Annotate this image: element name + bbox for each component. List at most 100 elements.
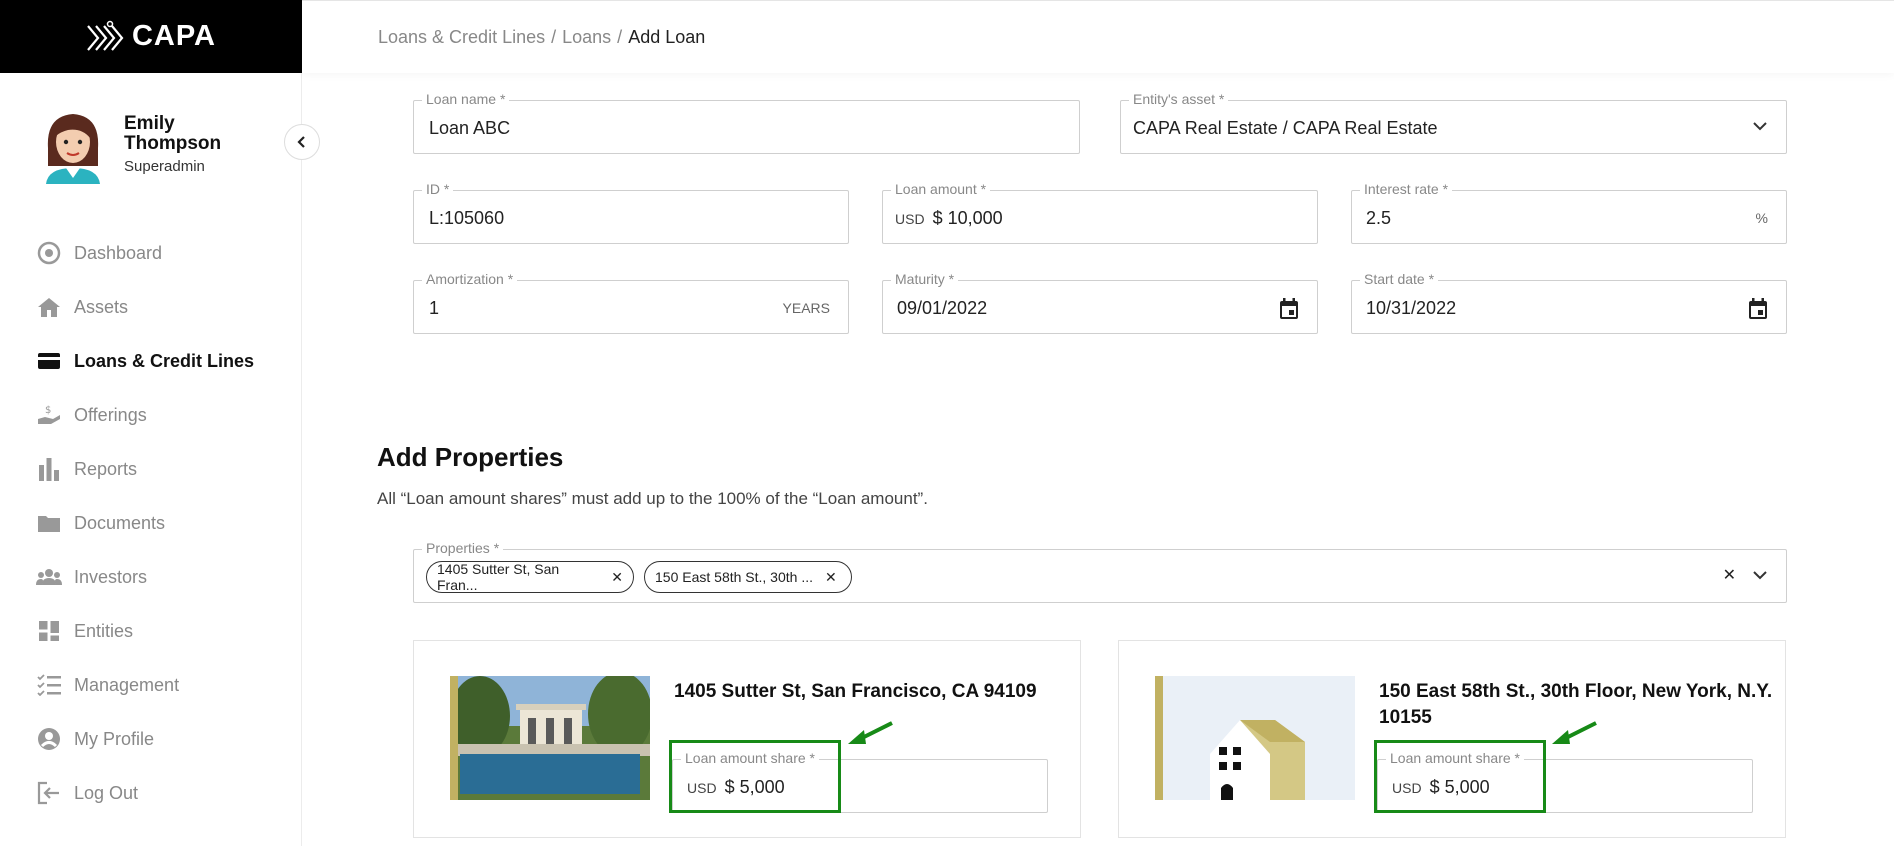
sidebar-item-label: Entities bbox=[74, 620, 134, 641]
property-chip[interactable]: 150 East 58th St., 30th ... ✕ bbox=[644, 561, 852, 593]
start-date-input[interactable]: 10/31/2022 bbox=[1366, 298, 1456, 319]
start-date-label: Start date * bbox=[1360, 271, 1439, 287]
chevron-down-icon[interactable] bbox=[1752, 567, 1768, 588]
amortization-label: Amortization * bbox=[422, 271, 518, 287]
sidebar-item-label: Offerings bbox=[74, 404, 147, 425]
maturity-field[interactable]: Maturity * 09/01/2022 bbox=[882, 271, 1318, 334]
sidebar-item-label: Assets bbox=[74, 296, 129, 317]
offerings-icon: $ bbox=[36, 402, 62, 428]
collapse-sidebar-button[interactable] bbox=[284, 124, 320, 160]
sidebar-item-label: Reports bbox=[74, 458, 138, 479]
capa-logo-icon bbox=[87, 20, 124, 51]
user-circle-icon bbox=[36, 726, 62, 752]
sidebar-item-offerings[interactable]: $ Offerings bbox=[36, 388, 254, 442]
sidebar-item-reports[interactable]: Reports bbox=[36, 442, 254, 496]
id-input[interactable]: L:105060 bbox=[429, 208, 504, 229]
avatar bbox=[46, 114, 100, 184]
svg-text:$: $ bbox=[45, 405, 51, 416]
loan-amount-input[interactable]: USD $ 10,000 bbox=[895, 208, 1003, 229]
properties-multiselect[interactable]: Properties * 1405 Sutter St, San Fran...… bbox=[413, 540, 1787, 603]
sidebar-item-documents[interactable]: Documents bbox=[36, 496, 254, 550]
start-date-field[interactable]: Start date * 10/31/2022 bbox=[1351, 271, 1787, 334]
sidebar-item-management[interactable]: Management bbox=[36, 658, 254, 712]
breadcrumb: Loans & Credit Lines / Loans / Add Loan bbox=[378, 27, 705, 48]
checklist-icon bbox=[36, 672, 62, 698]
property-chip-label: 1405 Sutter St, San Fran... bbox=[437, 561, 560, 593]
calendar-icon[interactable] bbox=[1279, 298, 1299, 325]
breadcrumb-separator: / bbox=[617, 27, 623, 47]
sidebar-item-label: My Profile bbox=[74, 728, 155, 749]
property-address: 1405 Sutter St, San Francisco, CA 94109 bbox=[674, 681, 1037, 702]
users-icon bbox=[36, 564, 62, 590]
years-suffix: YEARS bbox=[782, 300, 830, 316]
sidebar-item-label: Management bbox=[74, 674, 180, 695]
breadcrumb-item-loans-credit-lines[interactable]: Loans & Credit Lines bbox=[378, 27, 545, 47]
property-image bbox=[450, 676, 650, 800]
breadcrumb-item-loans[interactable]: Loans bbox=[562, 27, 611, 47]
annotation-highlight-box bbox=[1374, 740, 1546, 813]
loan-amount-field[interactable]: Loan amount * USD $ 10,000 bbox=[882, 181, 1318, 244]
maturity-input[interactable]: 09/01/2022 bbox=[897, 298, 987, 319]
sidebar-item-entities[interactable]: Entities bbox=[36, 604, 254, 658]
add-properties-heading: Add Properties bbox=[377, 442, 564, 472]
sidebar-item-dashboard[interactable]: Dashboard bbox=[36, 226, 254, 280]
user-name: Emily Thompson bbox=[124, 113, 222, 154]
property-placeholder-image bbox=[1155, 676, 1355, 800]
interest-rate-field[interactable]: Interest rate * 2.5 % bbox=[1351, 181, 1787, 244]
logo-text: CAPA bbox=[131, 20, 217, 52]
loan-name-label: Loan name * bbox=[422, 91, 510, 107]
user-role: Superadmin bbox=[124, 158, 205, 175]
breadcrumb-separator: / bbox=[551, 27, 557, 47]
sidebar-nav: Dashboard Assets Loans & Credit Lines $ … bbox=[36, 226, 254, 820]
maturity-label: Maturity * bbox=[891, 271, 959, 287]
loan-name-field[interactable]: Loan name * Loan ABC bbox=[413, 91, 1080, 154]
user-profile[interactable]: Emily Thompson Superadmin bbox=[40, 108, 264, 184]
sidebar-item-investors[interactable]: Investors bbox=[36, 550, 254, 604]
currency-prefix: USD bbox=[895, 211, 925, 227]
loan-amount-label: Loan amount * bbox=[891, 181, 991, 197]
clear-selection-icon[interactable]: ✕ bbox=[1723, 565, 1736, 585]
top-bar: Loans & Credit Lines / Loans / Add Loan bbox=[302, 0, 1894, 73]
breadcrumb-current: Add Loan bbox=[628, 27, 706, 47]
chip-remove-icon[interactable]: ✕ bbox=[825, 569, 837, 586]
annotation-arrow-icon bbox=[848, 721, 893, 744]
property-chip-label: 150 East 58th St., 30th ... bbox=[655, 569, 813, 585]
interest-rate-label: Interest rate * bbox=[1360, 181, 1453, 197]
sidebar-item-label: Documents bbox=[74, 512, 166, 533]
sidebar-item-assets[interactable]: Assets bbox=[36, 280, 254, 334]
annotation-highlight-box bbox=[669, 740, 841, 813]
logo-bar[interactable]: CAPA bbox=[0, 0, 302, 73]
bar-chart-icon bbox=[36, 456, 62, 482]
percent-suffix: % bbox=[1755, 210, 1768, 226]
chevron-down-icon[interactable] bbox=[1752, 118, 1768, 139]
home-icon bbox=[36, 294, 62, 320]
grid-icon bbox=[36, 618, 62, 644]
entity-asset-value: CAPA Real Estate / CAPA Real Estate bbox=[1133, 118, 1438, 138]
id-label: ID * bbox=[422, 181, 454, 197]
add-properties-description: All “Loan amount shares” must add up to … bbox=[377, 489, 928, 508]
credit-card-icon bbox=[36, 348, 62, 374]
loan-amount-value: $ 10,000 bbox=[932, 208, 1003, 228]
chevron-left-icon bbox=[297, 136, 305, 148]
sidebar-item-label: Loans & Credit Lines bbox=[74, 350, 255, 371]
amortization-input[interactable]: 1 bbox=[429, 298, 439, 319]
logout-icon bbox=[36, 780, 62, 806]
amortization-field[interactable]: Amortization * 1 YEARS bbox=[413, 271, 849, 334]
sidebar-item-my-profile[interactable]: My Profile bbox=[36, 712, 254, 766]
sidebar-item-label: Dashboard bbox=[74, 242, 163, 263]
entity-asset-select[interactable]: Entity's asset * CAPA Real Estate / CAPA… bbox=[1120, 91, 1787, 154]
calendar-icon[interactable] bbox=[1748, 298, 1768, 325]
id-field[interactable]: ID * L:105060 bbox=[413, 181, 849, 244]
sidebar-item-label: Log Out bbox=[74, 782, 139, 803]
sidebar-item-loans[interactable]: Loans & Credit Lines bbox=[36, 334, 254, 388]
sidebar: CAPA Emily Thompson Superadmin Dashboard… bbox=[0, 0, 302, 846]
interest-rate-input[interactable]: 2.5 bbox=[1366, 208, 1391, 229]
folder-icon bbox=[36, 510, 62, 536]
property-chip[interactable]: 1405 Sutter St, San Fran... ✕ bbox=[426, 561, 634, 593]
loan-name-input[interactable]: Loan ABC bbox=[429, 118, 510, 139]
chip-remove-icon[interactable]: ✕ bbox=[611, 569, 623, 586]
sidebar-item-label: Investors bbox=[74, 566, 148, 587]
dashboard-icon bbox=[36, 240, 62, 266]
sidebar-item-log-out[interactable]: Log Out bbox=[36, 766, 254, 820]
entity-asset-label: Entity's asset * bbox=[1129, 91, 1229, 107]
